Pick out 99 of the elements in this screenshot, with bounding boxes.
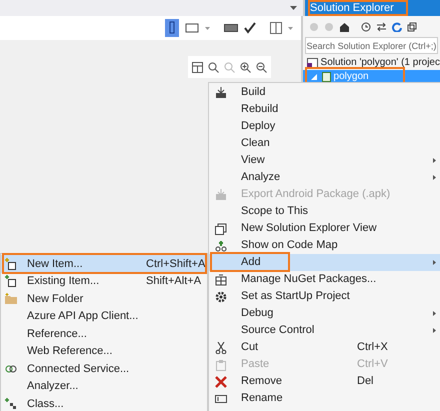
menu-item-label: Reference...: [27, 326, 87, 342]
menu-item[interactable]: Manage NuGet Packages...: [209, 271, 440, 288]
menu-item-label: New Item...: [27, 256, 83, 272]
shortcut-label: Del: [357, 374, 374, 390]
tree-item[interactable]: Solution 'polygon' (1 projec: [302, 56, 440, 70]
menu-item-label: New Solution Explorer View: [241, 221, 377, 236]
menu-item[interactable]: Rebuild: [209, 101, 440, 118]
zoom-icon[interactable]: [208, 62, 219, 72]
menu-item-label: Cut: [241, 340, 258, 356]
menu-item[interactable]: Class...: [1, 395, 207, 411]
submenu-arrow-icon: [433, 311, 436, 316]
menu-item-label: Scope to This: [241, 204, 308, 220]
menu-item[interactable]: Remove Del: [209, 373, 440, 390]
shortcut-label: Shift+Alt+A: [146, 274, 202, 289]
menu-item[interactable]: New Folder: [1, 290, 207, 308]
menu-item-label: Add: [241, 255, 261, 270]
menu-item-label: Debug: [241, 306, 274, 322]
solution-icon: [306, 58, 318, 68]
zoom-out-icon[interactable]: [256, 62, 267, 72]
menu-item-label: Remove: [241, 374, 282, 390]
gear-icon: [215, 290, 227, 302]
menu-item[interactable]: Rename: [209, 390, 440, 407]
menu-item-label: Deploy: [241, 119, 276, 134]
menu-item-label: Clean: [241, 136, 270, 152]
menu-item[interactable]: Analyzer...: [1, 378, 207, 395]
tablet-icon[interactable]: [184, 23, 199, 33]
menu-item[interactable]: Reference...: [1, 325, 207, 342]
build-icon: [215, 86, 227, 98]
menu-item[interactable]: Source Control: [209, 322, 440, 339]
expand-arrow-icon[interactable]: [310, 74, 319, 80]
dropdown-caret-icon[interactable]: [288, 26, 293, 30]
menu-item-label: Connected Service...: [27, 362, 130, 376]
menu-item[interactable]: Azure API App Client...: [1, 308, 207, 325]
menu-item[interactable]: New Solution Explorer View: [209, 220, 440, 237]
copy-icon[interactable]: [406, 22, 417, 32]
refresh-icon[interactable]: [392, 22, 402, 32]
menu-item-label: Show on Code Map: [241, 238, 338, 254]
menu-item[interactable]: Scope to This: [209, 203, 440, 220]
history-icon[interactable]: [360, 22, 371, 32]
menu-item-label: Export Android Package (.apk): [241, 187, 390, 202]
shortcut-label: Ctrl+Shift+A: [146, 256, 206, 272]
clipboard-icon: [215, 358, 227, 370]
tree-label: Solution 'polygon' (1 projec: [320, 57, 440, 69]
menu-item[interactable]: Cut Ctrl+X: [209, 339, 440, 356]
menu-item[interactable]: Add: [209, 254, 440, 271]
submenu-arrow-icon: [433, 328, 436, 333]
menu-item[interactable]: Web Reference...: [1, 342, 207, 360]
x-mark-icon: [215, 376, 227, 388]
search-field[interactable]: Search Solution Explorer (Ctrl+;): [304, 37, 438, 54]
existing-item-icon: [5, 275, 17, 288]
menu-item[interactable]: Deploy: [209, 118, 440, 135]
sync-icon[interactable]: [376, 22, 387, 32]
menu-item[interactable]: View: [209, 152, 440, 169]
menu-item-label: Source Control: [241, 323, 314, 338]
menu-item[interactable]: Connected Service...: [1, 360, 207, 378]
dropdown-caret-icon[interactable]: [204, 26, 210, 30]
menu-item-label: Azure API App Client...: [27, 309, 138, 324]
dropdown-caret-icon[interactable]: [290, 6, 297, 10]
menu-item-label: New Folder: [27, 292, 84, 306]
menu-item[interactable]: New Item... Ctrl+Shift+A: [1, 255, 207, 272]
project-icon: [322, 72, 331, 82]
new-item-icon: [5, 258, 17, 270]
shortcut-label: Ctrl+V: [357, 357, 388, 372]
menu-item-label: Rebuild: [241, 102, 278, 118]
layout-icon[interactable]: [270, 22, 282, 34]
phone-icon[interactable]: [164, 19, 179, 37]
menu-item-label: View: [241, 153, 265, 168]
menu-item-label: Class...: [27, 396, 64, 411]
shortcut-label: Ctrl+X: [357, 340, 388, 356]
home-icon[interactable]: [338, 22, 350, 32]
zoom-in-icon[interactable]: [240, 62, 251, 72]
menu-item[interactable]: Build: [209, 84, 440, 101]
menu-item-label: Existing Item...: [27, 274, 100, 289]
menu-item[interactable]: Debug: [209, 305, 440, 322]
menu-item-label: Web Reference...: [27, 344, 112, 359]
submenu-arrow-icon: [433, 158, 436, 163]
menu-item[interactable]: Clean: [209, 135, 440, 152]
menu-item[interactable]: Set as StartUp Project: [209, 288, 440, 305]
menu-item-label: Manage NuGet Packages...: [241, 272, 376, 288]
menu-item-label: Rename: [241, 391, 283, 406]
menu-item-label: Analyze: [241, 170, 280, 186]
menu-item-label: Paste: [241, 357, 270, 372]
menu-item-label: Set as StartUp Project: [241, 289, 350, 304]
checkmark-icon[interactable]: [244, 22, 256, 34]
menu-item-label: Build: [241, 85, 266, 100]
windows-icon: [215, 222, 227, 234]
folder-icon: [5, 292, 17, 305]
panel-title: Solution Explorer: [308, 0, 408, 16]
submenu-arrow-icon: [433, 260, 436, 265]
rename-icon: [215, 392, 227, 404]
keyboard-icon[interactable]: [224, 24, 238, 32]
tree-label: polygon: [334, 71, 369, 83]
menu-item[interactable]: Existing Item... Shift+Alt+A: [1, 272, 207, 290]
submenu-arrow-icon: [433, 175, 436, 180]
menu-item[interactable]: Show on Code Map: [209, 237, 440, 254]
package-icon: [215, 188, 227, 200]
menu-item[interactable]: Analyze: [209, 169, 440, 186]
menu-item-label: Analyzer...: [27, 379, 78, 394]
scissors-icon: [215, 342, 227, 354]
